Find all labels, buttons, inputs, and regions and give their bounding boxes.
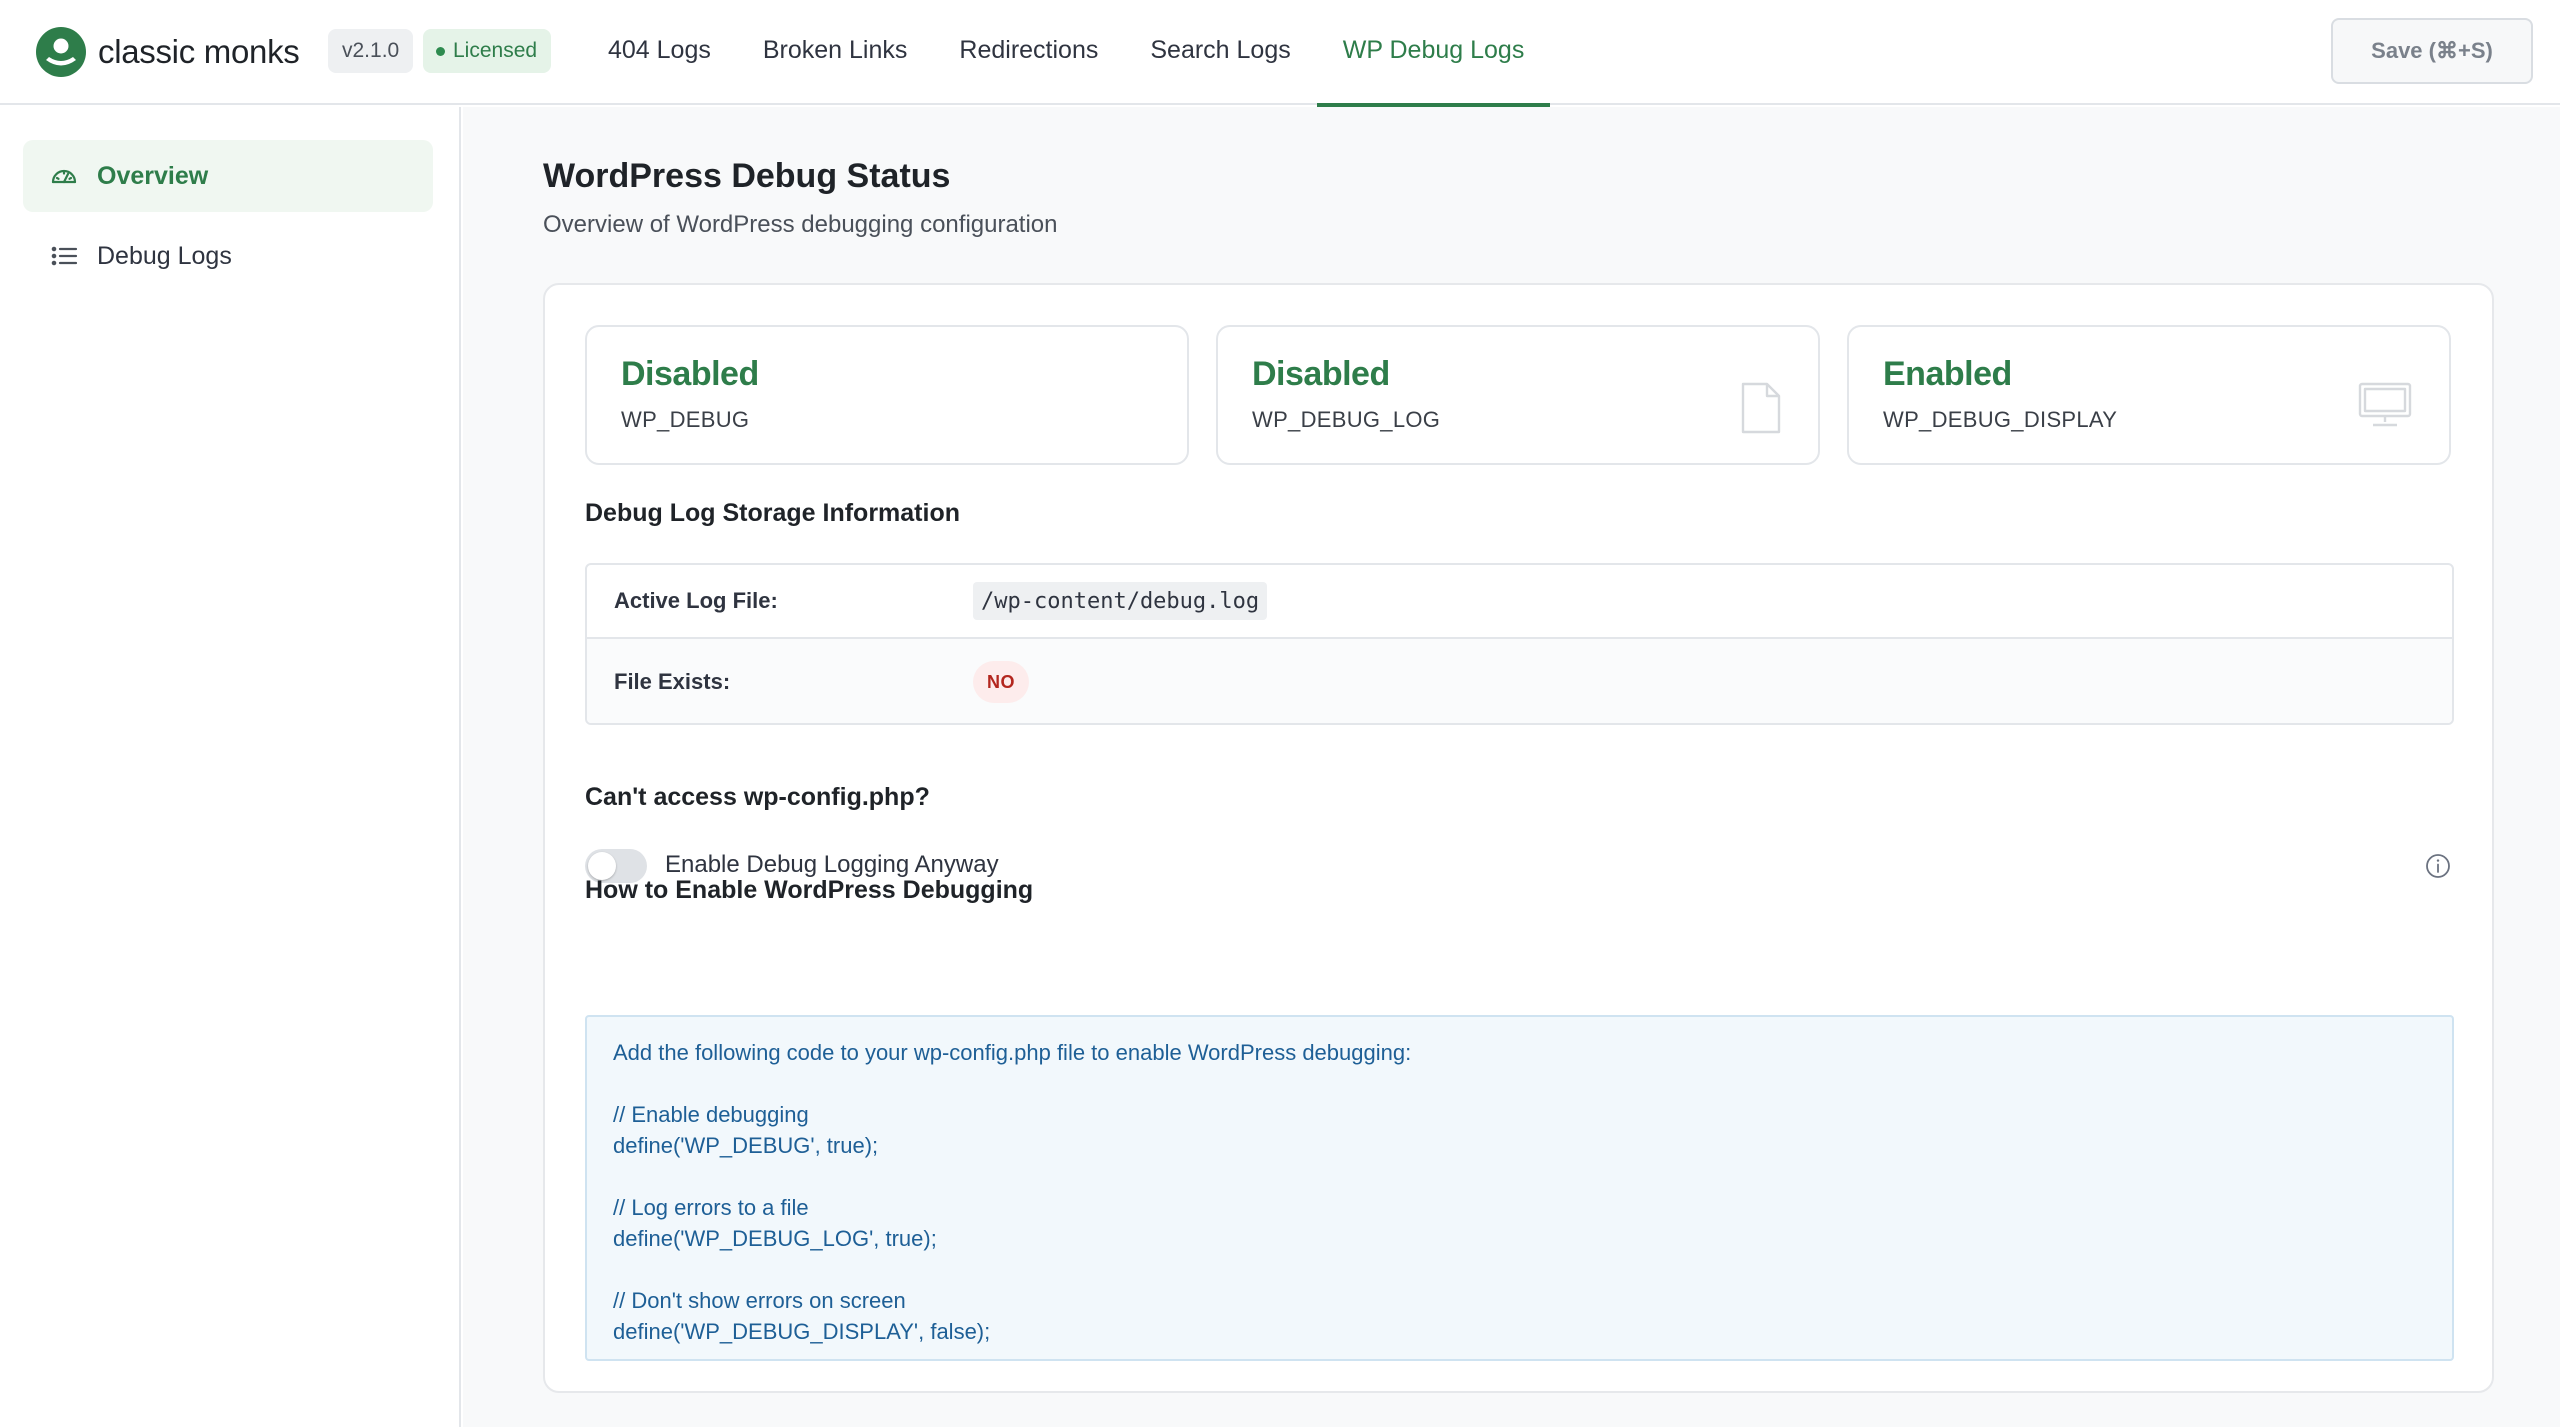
tab-404-logs[interactable]: 404 Logs <box>582 0 737 105</box>
page-title: WordPress Debug Status <box>543 157 951 195</box>
sidebar: Overview Debug Logs <box>0 107 461 1427</box>
status-value: Disabled <box>1252 355 1390 393</box>
status-value: Disabled <box>621 355 759 393</box>
active-log-path: /wp-content/debug.log <box>973 582 1268 620</box>
save-button[interactable]: Save (⌘+S) <box>2331 18 2533 84</box>
status-card-wp-debug-log: Disabled WP_DEBUG_LOG <box>1216 325 1820 465</box>
storage-info-table: Active Log File: /wp-content/debug.log F… <box>585 563 2454 725</box>
version-badge: v2.1.0 <box>328 29 414 73</box>
list-icon <box>49 241 79 271</box>
license-badge: Licensed <box>423 29 552 73</box>
file-exists-badge: NO <box>973 661 1029 703</box>
status-card-wp-debug: Disabled WP_DEBUG <box>585 325 1189 465</box>
license-status-label: Licensed <box>453 39 538 62</box>
table-row: File Exists: NO <box>587 639 2452 723</box>
howto-heading: How to Enable WordPress Debugging <box>585 876 1034 904</box>
monk-logo-icon <box>36 27 86 77</box>
status-label: WP_DEBUG <box>621 407 750 432</box>
sidebar-item-debug-logs[interactable]: Debug Logs <box>23 220 433 292</box>
code-line: // Enable debugging <box>613 1102 809 1127</box>
sidebar-item-overview[interactable]: Overview <box>23 140 433 212</box>
status-label: WP_DEBUG_LOG <box>1252 407 1441 432</box>
sidebar-item-label: Overview <box>97 161 209 190</box>
status-value: Enabled <box>1883 355 2012 393</box>
status-label: WP_DEBUG_DISPLAY <box>1883 407 2118 432</box>
code-line: define('WP_DEBUG_LOG', true); <box>613 1226 937 1251</box>
code-line: Add the following code to your wp-config… <box>613 1040 1412 1065</box>
status-card-wp-debug-display: Enabled WP_DEBUG_DISPLAY <box>1847 325 2451 465</box>
table-row: Active Log File: /wp-content/debug.log <box>587 565 2452 639</box>
config-access-heading: Can't access wp-config.php? <box>585 783 930 811</box>
brand-name: classic monks <box>98 33 300 70</box>
main-content: WordPress Debug Status Overview of WordP… <box>463 107 2560 1427</box>
tab-broken-links[interactable]: Broken Links <box>737 0 934 105</box>
tab-redirections[interactable]: Redirections <box>933 0 1124 105</box>
info-icon[interactable] <box>2425 853 2451 879</box>
gauge-icon <box>49 161 79 191</box>
status-dot-icon <box>436 46 445 56</box>
code-line: // Log errors to a file <box>613 1195 809 1220</box>
debug-status-panel: Disabled WP_DEBUG Disabled WP_DEBUG_LOG … <box>543 283 2494 1393</box>
page-subtitle: Overview of WordPress debugging configur… <box>543 211 1058 238</box>
main-nav: 404 Logs Broken Links Redirections Searc… <box>582 0 1551 107</box>
file-icon <box>1741 382 1781 434</box>
code-line: define('WP_DEBUG', true); <box>613 1133 879 1158</box>
tab-search-logs[interactable]: Search Logs <box>1124 0 1316 105</box>
code-line: // Don't show errors on screen <box>613 1288 906 1313</box>
enable-debug-logging-label[interactable]: Enable Debug Logging Anyway <box>665 851 999 879</box>
file-exists-label: File Exists: <box>614 669 731 694</box>
top-header: classic monks v2.1.0 Licensed 404 Logs B… <box>0 0 2560 107</box>
sidebar-item-label: Debug Logs <box>97 241 232 270</box>
active-log-label: Active Log File: <box>614 588 778 613</box>
tab-wp-debug-logs[interactable]: WP Debug Logs <box>1316 0 1551 107</box>
code-line: define('WP_DEBUG_DISPLAY', false); <box>613 1319 991 1344</box>
howto-code-block: Add the following code to your wp-config… <box>585 1015 2454 1361</box>
brand[interactable]: classic monks <box>36 27 300 77</box>
storage-heading: Debug Log Storage Information <box>585 499 960 527</box>
monitor-icon <box>2358 382 2412 427</box>
